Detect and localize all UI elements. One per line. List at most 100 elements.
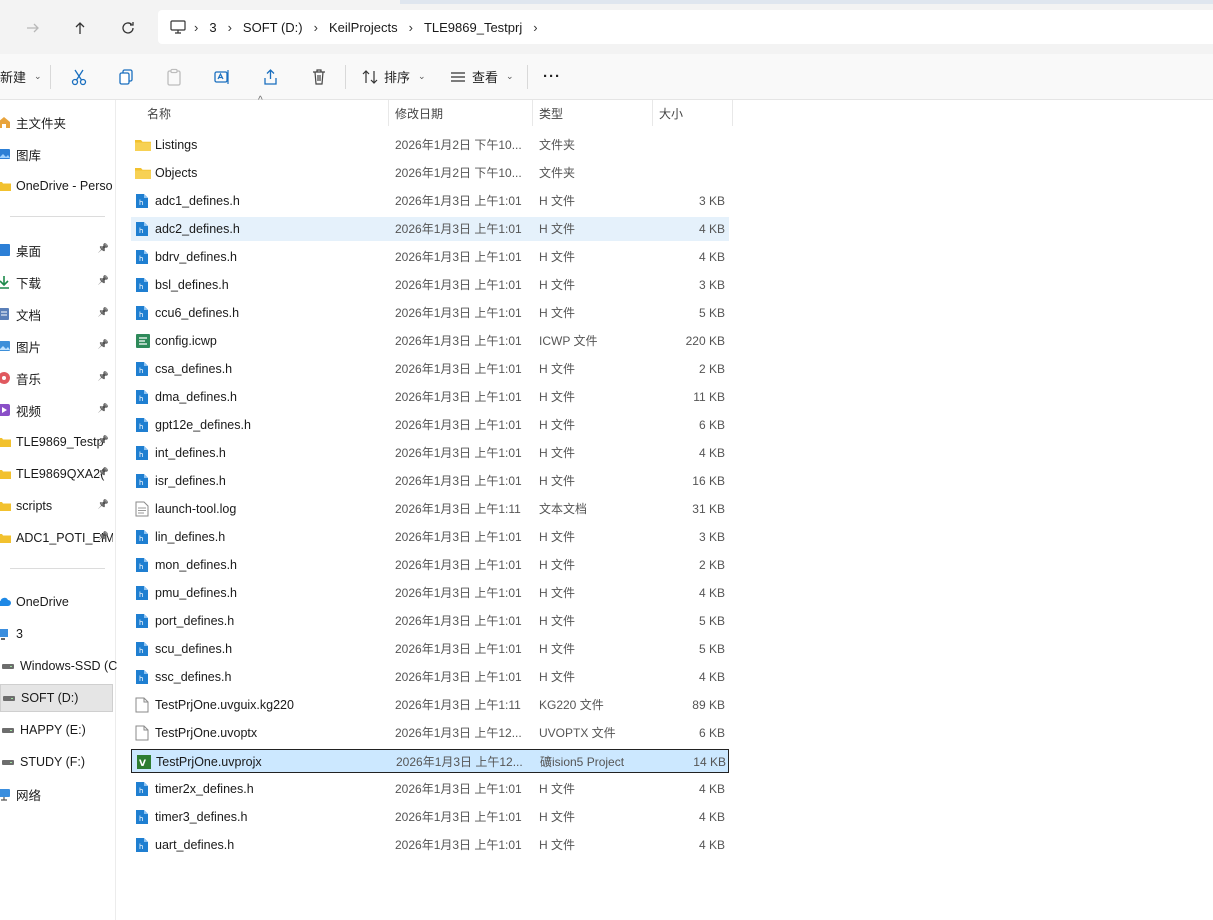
file-type: 文件夹 [539, 138, 576, 152]
h-file-icon: h [135, 305, 149, 321]
chevron-down-icon: ⌄ [418, 71, 426, 81]
file-row[interactable]: h gpt12e_defines.h 2026年1月3日 上午1:01 H 文件 6 K… [131, 413, 729, 437]
file-row[interactable]: h bdrv_defines.h 2026年1月3日 上午1:01 H 文件 4 KB [131, 245, 729, 269]
sidebar-item-pinned-8[interactable]: scripts 📌 [0, 492, 113, 520]
cut-icon[interactable] [70, 54, 88, 99]
sidebar-item-top-0[interactable]: 主文件夹 [0, 108, 113, 136]
pin-icon[interactable]: 📌 [98, 275, 109, 286]
file-row[interactable]: h bsl_defines.h 2026年1月3日 上午1:01 H 文件 3 KB [131, 273, 729, 297]
file-row[interactable]: h dma_defines.h 2026年1月3日 上午1:01 H 文件 11 KB [131, 385, 729, 409]
sidebar-item-pinned-5[interactable]: 视频 📌 [0, 396, 113, 424]
file-size: 89 KB [692, 698, 725, 712]
file-name: adc1_defines.h [155, 194, 240, 208]
pin-icon[interactable]: 📌 [98, 371, 109, 382]
sidebar-item-drives-3[interactable]: SOFT (D:) [0, 684, 113, 712]
file-type: H 文件 [539, 614, 576, 628]
file-row[interactable]: h adc2_defines.h 2026年1月3日 上午1:01 H 文件 4 KB [131, 217, 729, 241]
column-divider[interactable] [652, 100, 653, 126]
sidebar-item-drives-2[interactable]: Windows-SSD (C [0, 652, 117, 680]
sidebar-item-drives-0[interactable]: OneDrive [0, 588, 113, 616]
pin-icon[interactable]: 📌 [98, 435, 109, 446]
file-row[interactable]: h uart_defines.h 2026年1月3日 上午1:01 H 文件 4 KB [131, 833, 729, 857]
column-divider[interactable] [732, 100, 733, 126]
pin-icon[interactable]: 📌 [98, 243, 109, 254]
file-row[interactable]: h mon_defines.h 2026年1月3日 上午1:01 H 文件 2 KB [131, 553, 729, 577]
column-header-size[interactable]: 大小 [659, 100, 683, 126]
sidebar-item-drives-4[interactable]: HAPPY (E:) [0, 716, 117, 744]
sidebar-item-pinned-0[interactable]: 桌面 📌 [0, 236, 113, 264]
toolbar-divider [527, 65, 528, 89]
more-options-button[interactable]: ··· [543, 54, 561, 99]
share-icon[interactable] [261, 54, 279, 99]
file-row[interactable]: config.icwp 2026年1月3日 上午1:01 ICWP 文件 220 KB [131, 329, 729, 353]
sidebar-item-drives-1[interactable]: 3 [0, 620, 113, 648]
sidebar-item-pinned-6[interactable]: TLE9869_Testp 📌 [0, 428, 113, 456]
sidebar-item-top-1[interactable]: 图库 [0, 140, 113, 168]
up-arrow-icon[interactable] [66, 14, 94, 42]
column-divider[interactable] [388, 100, 389, 126]
file-row[interactable]: Objects 2026年1月2日 下午10... 文件夹 [131, 161, 729, 185]
file-row[interactable]: TestPrjOne.uvoptx 2026年1月3日 上午12... UVOPTX… [131, 721, 729, 745]
sidebar-item-top-2[interactable]: OneDrive - Perso [0, 172, 113, 200]
drive-icon [1, 659, 15, 673]
pin-icon[interactable]: 📌 [98, 531, 109, 542]
pin-icon[interactable]: 📌 [98, 339, 109, 350]
column-header-type[interactable]: 类型 [539, 100, 563, 126]
pin-icon[interactable]: 📌 [98, 467, 109, 478]
file-row[interactable]: h timer3_defines.h 2026年1月3日 上午1:01 H 文件 4 K… [131, 805, 729, 829]
refresh-icon[interactable] [114, 14, 142, 42]
file-name: gpt12e_defines.h [155, 418, 251, 432]
column-divider[interactable] [532, 100, 533, 126]
forward-arrow-icon[interactable] [19, 14, 47, 42]
sidebar-item-drives-6[interactable]: 网络 [0, 780, 113, 808]
pin-icon[interactable]: 📌 [98, 403, 109, 414]
sidebar-item-pinned-7[interactable]: TLE9869QXA2(📌 [0, 460, 113, 488]
breadcrumb-keilprojects[interactable]: KeilProjects [320, 20, 407, 35]
sidebar-item-pinned-4[interactable]: 音乐 📌 [0, 364, 113, 392]
sidebar-item-pinned-1[interactable]: 下载 📌 [0, 268, 113, 296]
file-row[interactable]: h pmu_defines.h 2026年1月3日 上午1:01 H 文件 4 KB [131, 581, 729, 605]
delete-icon[interactable] [310, 54, 328, 99]
file-row[interactable]: h adc1_defines.h 2026年1月3日 上午1:01 H 文件 3 KB [131, 189, 729, 213]
file-row[interactable]: h csa_defines.h 2026年1月3日 上午1:01 H 文件 2 KB [131, 357, 729, 381]
breadcrumb-pc[interactable]: 3 [200, 20, 225, 35]
paste-icon[interactable] [165, 54, 183, 99]
chevron-right-icon: › [227, 19, 232, 35]
copy-icon[interactable] [117, 54, 135, 99]
sort-button[interactable]: 排序 ⌄ [362, 54, 426, 99]
file-row[interactable]: launch-tool.log 2026年1月3日 上午1:11 文本文档 31 KB [131, 497, 729, 521]
column-header-name[interactable]: 名称 [147, 100, 171, 126]
pin-icon[interactable]: 📌 [98, 307, 109, 318]
chevron-right-icon: › [408, 19, 413, 35]
file-size: 5 KB [698, 306, 725, 320]
file-row[interactable]: h ssc_defines.h 2026年1月3日 上午1:01 H 文件 4 KB [131, 665, 729, 689]
sidebar-item-drives-5[interactable]: STUDY (F:) [0, 748, 117, 776]
file-row[interactable]: h lin_defines.h 2026年1月3日 上午1:01 H 文件 3 KB [131, 525, 729, 549]
sidebar-item-label: Windows-SSD (C [20, 659, 117, 673]
file-row[interactable]: V TestPrjOne.uvprojx 2026年1月3日 上午12... 礦isi… [131, 749, 729, 773]
chevron-right-icon[interactable]: › [531, 20, 539, 35]
sidebar-item-pinned-9[interactable]: ADC1_POTI_EIM_E📌 [0, 524, 113, 552]
column-header-date[interactable]: 修改日期 [395, 100, 443, 126]
svg-text:h: h [139, 423, 143, 431]
breadcrumb-drive[interactable]: SOFT (D:) [234, 20, 312, 35]
sidebar-item-pinned-2[interactable]: 文档 📌 [0, 300, 113, 328]
address-bar[interactable]: › 3 › SOFT (D:) › KeilProjects › TLE9869… [158, 10, 1213, 44]
file-row[interactable]: h isr_defines.h 2026年1月3日 上午1:01 H 文件 16 KB [131, 469, 729, 493]
file-row[interactable]: Listings 2026年1月2日 下午10... 文件夹 [131, 133, 729, 157]
view-button[interactable]: 查看 ⌄ [450, 54, 514, 99]
rename-icon[interactable] [213, 54, 231, 99]
file-row[interactable]: TestPrjOne.uvguix.kg220 2026年1月3日 上午1:11 K… [131, 693, 729, 717]
breadcrumb-current-folder[interactable]: TLE9869_Testprj [415, 20, 531, 35]
sort-icon [362, 69, 378, 84]
sidebar-item-pinned-3[interactable]: 图片 📌 [0, 332, 113, 360]
file-row[interactable]: h scu_defines.h 2026年1月3日 上午1:01 H 文件 5 KB [131, 637, 729, 661]
file-row[interactable]: h port_defines.h 2026年1月3日 上午1:01 H 文件 5 KB [131, 609, 729, 633]
file-row[interactable]: h timer2x_defines.h 2026年1月3日 上午1:01 H 文件 4 … [131, 777, 729, 801]
file-type: KG220 文件 [539, 698, 604, 712]
file-row[interactable]: h int_defines.h 2026年1月3日 上午1:01 H 文件 4 KB [131, 441, 729, 465]
new-button[interactable]: 新建 ⌄ [0, 54, 42, 99]
file-row[interactable]: h ccu6_defines.h 2026年1月3日 上午1:01 H 文件 5 KB [131, 301, 729, 325]
pin-icon[interactable]: 📌 [98, 499, 109, 510]
file-size: 4 KB [698, 250, 725, 264]
